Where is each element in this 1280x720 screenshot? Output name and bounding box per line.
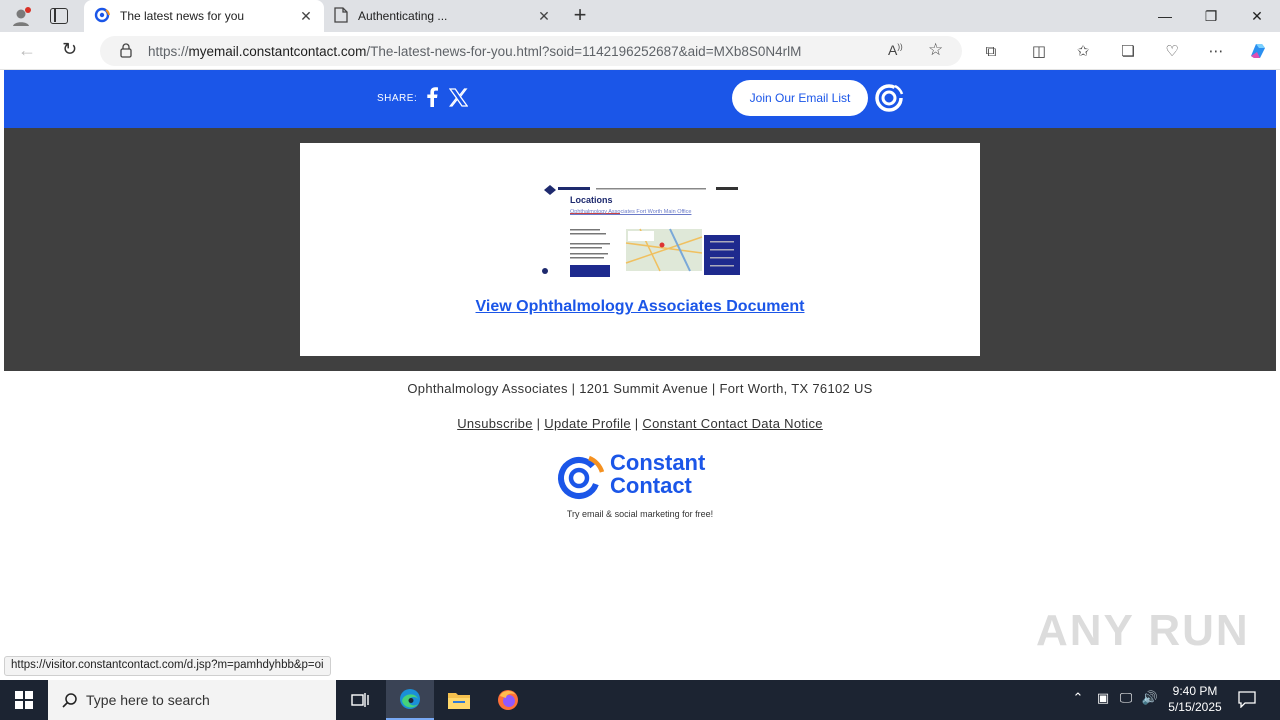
browser-title-bar: The latest news for you ✕ Authenticating… [0,0,1280,32]
network-device-icon[interactable]: ▣ [1093,690,1113,706]
x-twitter-icon[interactable] [448,88,469,108]
tab-authenticating[interactable]: Authenticating ... ✕ [324,0,562,32]
browser-essentials-icon[interactable]: ♡ [1161,40,1183,62]
start-button[interactable] [0,680,48,720]
extensions-icon[interactable]: ⧉ [980,40,1002,62]
cc-logo-line2: Contact [610,473,692,498]
search-icon [62,693,77,708]
anyrun-watermark: ANY RUN [1036,606,1250,655]
restore-button[interactable]: ❐ [1188,0,1234,32]
tab-actions-icon[interactable] [50,8,68,24]
lock-icon[interactable] [120,43,132,58]
cc-logo-line1: Constant [610,450,706,475]
close-tab-icon[interactable]: ✕ [298,8,314,24]
back-arrow-icon[interactable]: ← [18,40,36,61]
link-status-bar: https://visitor.constantcontact.com/d.js… [4,656,331,676]
sender-address: Ophthalmology Associates | 1201 Summit A… [407,381,873,396]
thumbnail-title: Locations [570,195,613,205]
firefox-button[interactable] [484,680,532,720]
url-text[interactable]: https://myemail.constantcontact.com/The-… [148,44,801,59]
edge-taskbar-button[interactable] [386,680,434,720]
tab-latest-news[interactable]: The latest news for you ✕ [84,0,324,32]
copilot-icon[interactable] [1247,40,1269,62]
new-tab-button[interactable]: + [568,4,592,28]
read-aloud-icon[interactable]: A)) [888,42,903,58]
windows-taskbar: Type here to search ⌃ ▣ 🖵 🔊 9:40 PM 5/15… [0,680,1280,720]
notifications-icon[interactable] [1238,690,1258,709]
edge-icon [400,689,420,709]
separator: | [634,416,639,431]
share-banner: SHARE: Join Our Email List [4,70,1276,128]
facebook-icon[interactable] [426,87,440,109]
update-profile-link[interactable]: Update Profile [544,416,631,431]
network-icon[interactable]: 🖵 [1116,690,1136,706]
close-tab-icon[interactable]: ✕ [536,8,552,24]
windows-logo-icon [15,691,33,709]
task-view-button[interactable] [336,680,384,720]
show-hidden-icons[interactable]: ⌃ [1068,690,1088,706]
split-screen-icon[interactable]: ◫ [1028,40,1050,62]
system-clock[interactable]: 9:40 PM 5/15/2025 [1162,683,1228,715]
share-label: SHARE: [377,93,418,104]
firefox-icon [498,690,518,710]
unsubscribe-link[interactable]: Unsubscribe [457,416,533,431]
close-window-button[interactable]: ✕ [1234,0,1280,32]
file-explorer-button[interactable] [435,680,483,720]
task-view-icon [351,693,369,707]
address-bar[interactable]: https://myemail.constantcontact.com/The-… [100,36,962,66]
email-page: SHARE: Join Our Email List Locations Oph… [4,70,1276,675]
constant-contact-favicon-icon [94,7,110,26]
cc-tagline: Try email & social marketing for free! [566,509,714,519]
page-icon [334,6,348,26]
browser-toolbar: ← ↻ https://myemail.constantcontact.com/… [0,32,1280,70]
search-placeholder: Type here to search [86,692,210,708]
tab-label: The latest news for you [120,9,245,23]
favorites-icon[interactable]: ✩ [1072,40,1094,62]
volume-icon[interactable]: 🔊 [1140,690,1160,706]
clock-date: 5/15/2025 [1168,700,1222,714]
tab-label: Authenticating ... [358,9,448,23]
refresh-icon[interactable]: ↻ [62,39,77,60]
clock-time: 9:40 PM [1172,684,1218,698]
join-email-list-button[interactable]: Join Our Email List [732,80,868,116]
more-menu-icon[interactable]: ⋯ [1205,40,1227,62]
folder-icon [448,693,470,709]
footer-links: Unsubscribe | Update Profile | Constant … [4,416,1276,431]
taskbar-search-box[interactable]: Type here to search [48,680,336,720]
favorite-star-icon[interactable]: ☆ [928,40,943,60]
document-thumbnail[interactable]: Locations Ophthalmology Associates Fort … [540,183,740,277]
view-document-link[interactable]: View Ophthalmology Associates Document [300,298,980,316]
document-card: Locations Ophthalmology Associates Fort … [300,143,980,356]
thumbnail-link: Ophthalmology Associates Fort Worth Main… [570,209,692,215]
profile-icon[interactable] [10,6,32,28]
data-notice-link[interactable]: Constant Contact Data Notice [642,416,822,431]
constant-contact-logo-icon[interactable] [873,82,905,114]
collections-icon[interactable]: ❏ [1117,40,1139,62]
minimize-button[interactable]: — [1142,0,1188,32]
separator: | [536,416,541,431]
